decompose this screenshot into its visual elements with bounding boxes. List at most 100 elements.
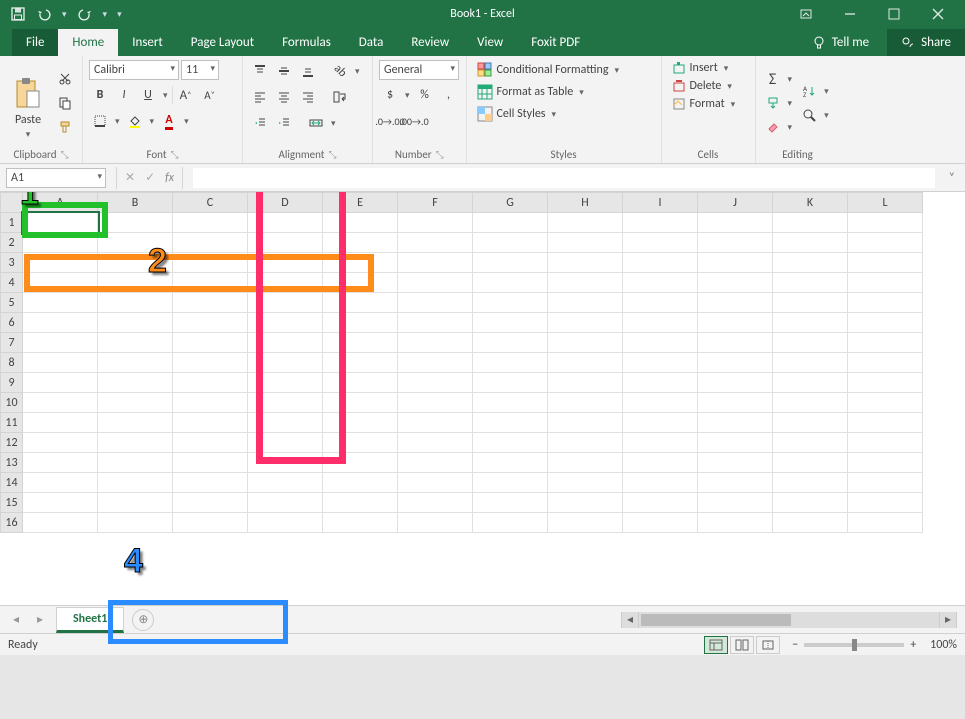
cell-styles-button[interactable]: Cell Styles▾ <box>473 104 655 124</box>
cell[interactable] <box>398 313 473 333</box>
cell[interactable] <box>23 513 98 533</box>
cell[interactable] <box>473 233 548 253</box>
cell[interactable] <box>773 513 848 533</box>
cell[interactable] <box>23 393 98 413</box>
borders-button[interactable] <box>89 110 111 132</box>
cell[interactable] <box>773 393 848 413</box>
cell[interactable] <box>173 233 248 253</box>
cell[interactable] <box>773 373 848 393</box>
cell[interactable] <box>248 313 323 333</box>
cell[interactable] <box>623 213 698 233</box>
qat-customize-dropdown[interactable]: ▾ <box>115 9 124 20</box>
cell[interactable] <box>548 253 623 273</box>
cell[interactable] <box>473 253 548 273</box>
cell[interactable] <box>173 253 248 273</box>
cell[interactable] <box>698 413 773 433</box>
cell[interactable] <box>173 273 248 293</box>
cell[interactable] <box>398 513 473 533</box>
cell[interactable] <box>398 333 473 353</box>
row-header[interactable]: 1 <box>1 213 23 233</box>
alignment-launcher[interactable]: ⤡ <box>329 148 337 161</box>
cell[interactable] <box>248 393 323 413</box>
share-button[interactable]: Share <box>887 29 965 56</box>
tab-review[interactable]: Review <box>397 29 463 56</box>
cell[interactable] <box>323 293 398 313</box>
increase-indent-button[interactable] <box>273 112 295 134</box>
cell[interactable] <box>698 213 773 233</box>
redo-dropdown[interactable]: ▾ <box>101 9 110 20</box>
cell[interactable] <box>98 473 173 493</box>
cell[interactable] <box>398 273 473 293</box>
decrease-decimal-button[interactable]: .00→.0 <box>403 110 425 132</box>
find-dropdown[interactable]: ▾ <box>822 110 831 121</box>
spreadsheet-grid[interactable]: A B C D E F G H I J K L 1 2 3 4 5 6 7 8 … <box>0 192 923 533</box>
select-all-corner[interactable] <box>1 193 23 213</box>
cell[interactable] <box>698 433 773 453</box>
cell[interactable] <box>623 373 698 393</box>
cell[interactable] <box>773 453 848 473</box>
ribbon-options-icon[interactable] <box>797 5 815 23</box>
col-header[interactable]: C <box>173 193 248 213</box>
align-middle-button[interactable] <box>273 60 295 82</box>
cell[interactable] <box>323 213 398 233</box>
cell[interactable] <box>848 353 923 373</box>
cell[interactable] <box>773 213 848 233</box>
cell[interactable] <box>548 213 623 233</box>
cell[interactable] <box>398 473 473 493</box>
cell[interactable] <box>848 273 923 293</box>
autosum-dropdown[interactable]: ▾ <box>786 74 795 85</box>
cell[interactable] <box>323 453 398 473</box>
number-format-select[interactable]: General <box>379 60 459 80</box>
cell[interactable] <box>473 453 548 473</box>
increase-font-button[interactable]: A˄ <box>175 84 197 106</box>
cell[interactable] <box>398 353 473 373</box>
fill-dropdown[interactable]: ▾ <box>786 98 795 109</box>
cell[interactable] <box>98 413 173 433</box>
cell[interactable] <box>848 293 923 313</box>
cell[interactable] <box>323 513 398 533</box>
cell[interactable] <box>23 433 98 453</box>
fill-color-dropdown[interactable]: ▾ <box>148 116 157 127</box>
cell[interactable] <box>98 353 173 373</box>
cell[interactable] <box>98 233 173 253</box>
cell[interactable] <box>698 373 773 393</box>
zoom-in-button[interactable]: + <box>910 638 916 652</box>
merge-center-button[interactable] <box>305 112 327 134</box>
cell[interactable] <box>398 493 473 513</box>
cell[interactable] <box>173 393 248 413</box>
save-icon[interactable] <box>8 4 28 24</box>
cell[interactable] <box>473 393 548 413</box>
cell[interactable] <box>248 213 323 233</box>
cell[interactable] <box>848 373 923 393</box>
cell[interactable] <box>398 253 473 273</box>
cell[interactable] <box>473 413 548 433</box>
cell[interactable] <box>623 413 698 433</box>
tab-data[interactable]: Data <box>345 29 398 56</box>
cell[interactable] <box>98 393 173 413</box>
cut-button[interactable] <box>54 68 76 90</box>
cell[interactable] <box>623 433 698 453</box>
cell[interactable] <box>23 273 98 293</box>
font-name-select[interactable]: Calibri <box>89 60 179 80</box>
cell[interactable] <box>323 353 398 373</box>
row-header[interactable]: 2 <box>1 233 23 253</box>
cell[interactable] <box>248 273 323 293</box>
cell[interactable] <box>623 513 698 533</box>
cell[interactable] <box>323 313 398 333</box>
bold-button[interactable]: B <box>89 84 111 106</box>
cell[interactable] <box>773 253 848 273</box>
col-header[interactable]: H <box>548 193 623 213</box>
cell[interactable] <box>98 293 173 313</box>
autosum-button[interactable]: Σ <box>762 68 784 90</box>
tab-file[interactable]: File <box>12 29 58 56</box>
cell[interactable] <box>248 373 323 393</box>
cell[interactable] <box>548 393 623 413</box>
col-header[interactable]: F <box>398 193 473 213</box>
accounting-dropdown[interactable]: ▾ <box>403 90 412 101</box>
cell[interactable] <box>473 273 548 293</box>
cell[interactable] <box>323 233 398 253</box>
cell[interactable] <box>623 353 698 373</box>
cell[interactable] <box>623 453 698 473</box>
cell[interactable] <box>548 453 623 473</box>
format-cells-button[interactable]: Format▾ <box>668 96 749 112</box>
